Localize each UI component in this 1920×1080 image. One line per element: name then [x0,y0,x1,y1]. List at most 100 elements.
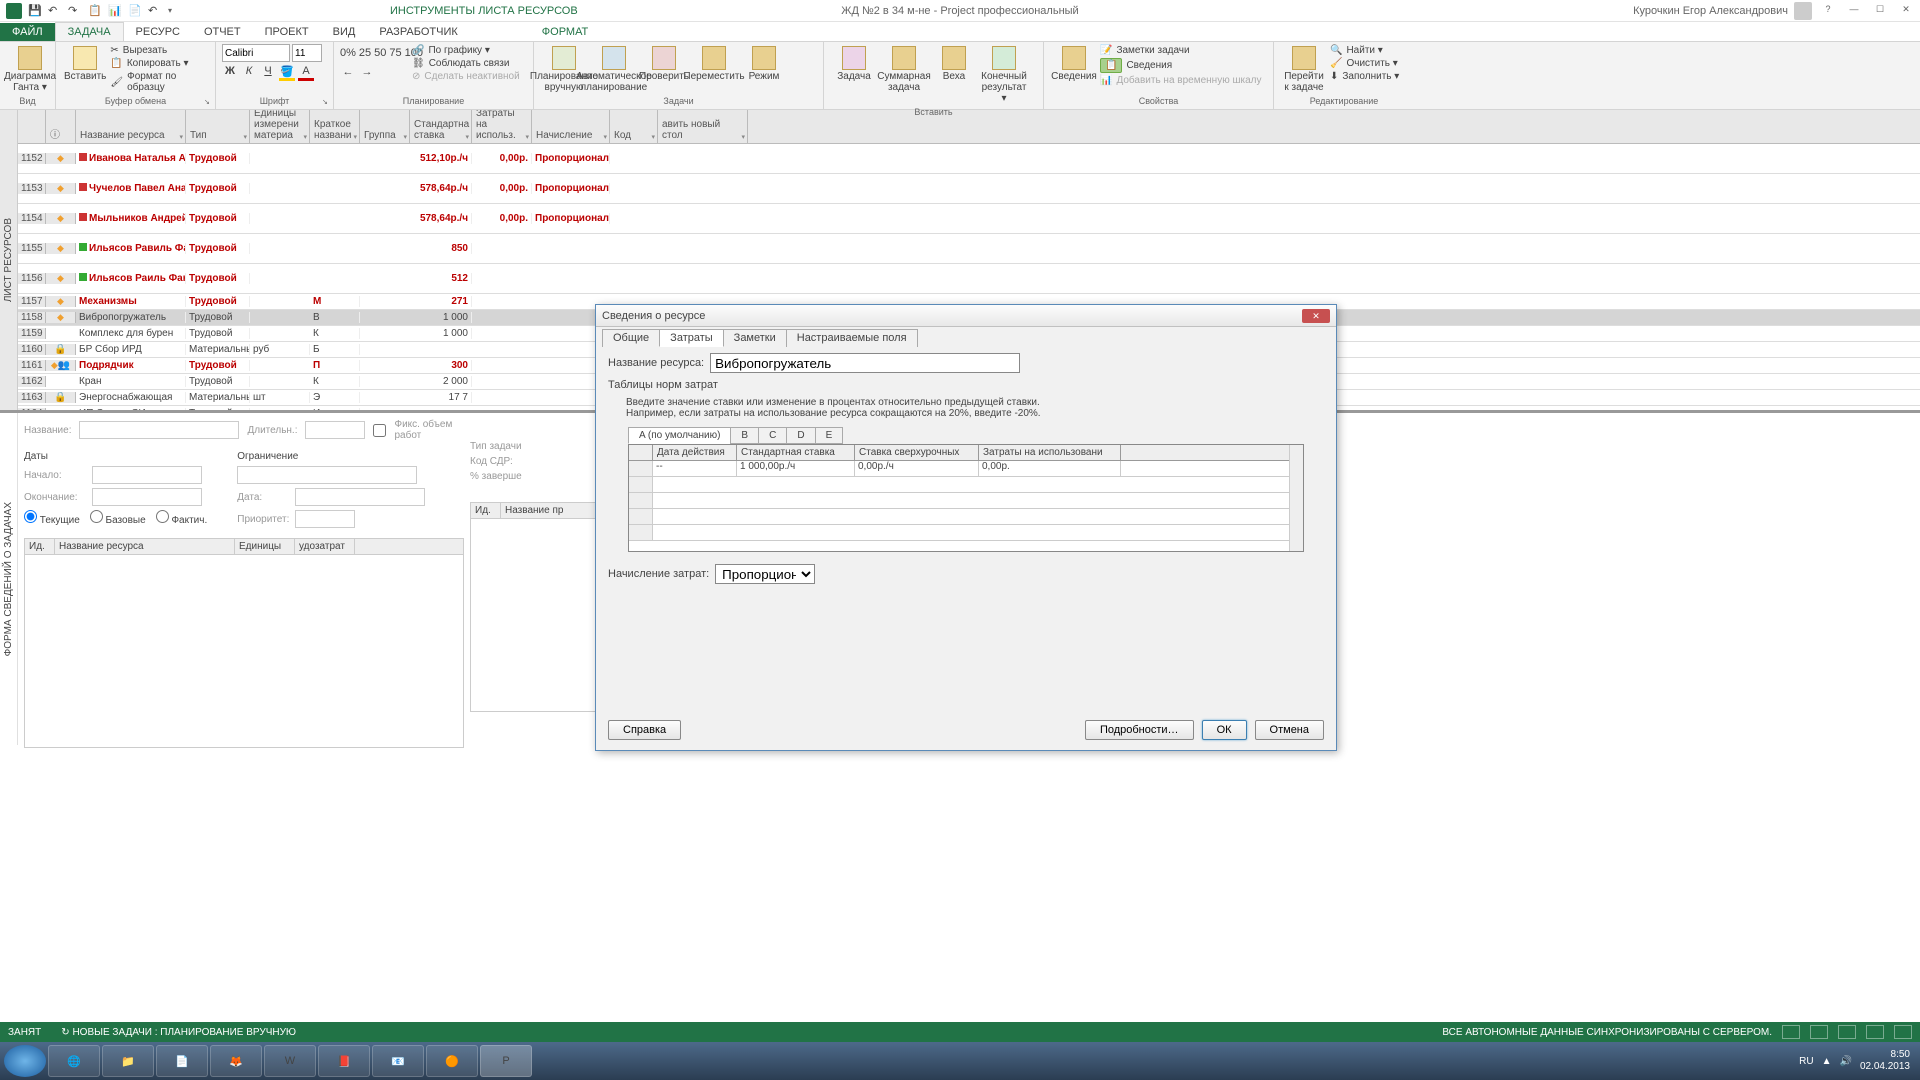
indent-icon[interactable]: → [359,66,375,82]
radio-current[interactable]: Текущие [24,510,80,526]
auto-button[interactable]: Автоматическое планирование [590,44,638,95]
constraint-input[interactable] [237,466,417,484]
by-schedule-button[interactable]: 🔗По графику ▾ [412,44,520,57]
form-duration-input[interactable] [305,421,365,439]
tb-volume-icon[interactable]: 🔊 [1839,1056,1851,1067]
tab-report[interactable]: ОТЧЕТ [192,23,253,41]
qat-more-icon[interactable] [168,4,182,18]
move-button[interactable]: Переместить [690,44,738,95]
table-row[interactable]: 1156Ильясов Раиль ФанилевичТрудовой512 [18,264,1920,294]
status-newtasks[interactable]: ↻ НОВЫЕ ЗАДАЧИ : ПЛАНИРОВАНИЕ ВРУЧНУЮ [61,1027,296,1038]
end-input[interactable] [92,488,202,506]
tb-clock[interactable]: 8:50 02.04.2013 [1860,1049,1910,1073]
tab-project[interactable]: ПРОЕКТ [253,23,321,41]
rate-row[interactable]: -- 1 000,00р./ч 0,00р./ч 0,00р. [629,461,1303,477]
bold-button[interactable]: Ж [222,65,238,81]
find-button[interactable]: 🔍Найти ▾ [1330,44,1399,57]
tb-ie[interactable]: 🌐 [48,1045,100,1077]
col-name[interactable]: Название ресурса [76,110,186,143]
rate-tab-b[interactable]: B [730,427,759,444]
paste-button[interactable]: Вставить [62,44,108,95]
view-sheet-icon[interactable] [1866,1025,1884,1039]
save-icon[interactable] [28,4,42,18]
tb-lang[interactable]: RU [1799,1056,1813,1067]
help-button[interactable]: Справка [608,720,681,740]
fill-color-button[interactable]: 🪣 [279,65,295,81]
gantt-button[interactable]: Диаграмма Ганта ▾ [6,44,54,95]
summary-button[interactable]: Суммарная задача [880,44,928,106]
constraint-date-input[interactable] [295,488,425,506]
rate-tab-e[interactable]: E [815,427,844,444]
accrual-select[interactable]: Пропорциона [715,564,815,584]
rate-table[interactable]: Дата действия Стандартная ставка Ставка … [628,444,1304,552]
dtab-notes[interactable]: Заметки [723,329,787,347]
font-launcher[interactable]: ↘ [322,98,332,108]
italic-button[interactable]: К [241,65,257,81]
form-resource-table[interactable]: Ид. Название ресурса Единицы удозатрат [24,538,464,748]
undo-icon[interactable] [48,4,62,18]
font-name-input[interactable] [222,44,290,62]
task-button[interactable]: Задача [830,44,878,106]
info-button[interactable]: Сведения [1050,44,1098,95]
font-size-input[interactable] [292,44,322,62]
redo-icon[interactable] [68,4,82,18]
table-row[interactable]: 1154Мыльников АндрейТрудовой578,64р./ч0,… [18,204,1920,234]
tab-developer[interactable]: РАЗРАБОТЧИК [367,23,469,41]
view-team-icon[interactable] [1838,1025,1856,1039]
copy-button[interactable]: 📋Копировать ▾ [110,57,209,70]
rate-tab-c[interactable]: C [758,427,787,444]
fixed-checkbox[interactable] [373,424,386,437]
ok-button[interactable]: ОК [1202,720,1247,740]
dialog-close-button[interactable]: ✕ [1302,309,1330,323]
mode-button[interactable]: Режим [740,44,788,95]
tb-project[interactable]: P [480,1045,532,1077]
rate-scrollbar[interactable] [1289,445,1303,551]
rate-tab-a[interactable]: A (по умолчанию) [628,427,731,444]
rt-col-per[interactable]: Затраты на использовани [979,445,1121,460]
tb-firefox[interactable]: 🦊 [210,1045,262,1077]
help-icon[interactable]: ? [1818,4,1838,18]
radio-baseline[interactable]: Базовые [90,510,146,526]
radio-actual[interactable]: Фактич. [156,510,208,526]
undo2-icon[interactable] [148,4,162,18]
tab-task[interactable]: ЗАДАЧА [55,22,124,41]
start-input[interactable] [92,466,202,484]
table-row[interactable]: 1152Иванова Наталья АлександровнаТрудово… [18,144,1920,174]
rt-col-ovt[interactable]: Ставка сверхурочных [855,445,979,460]
deliverable-button[interactable]: Конечный результат ▾ [980,44,1028,106]
inspect-button[interactable]: Проверить [640,44,688,95]
priority-input[interactable] [295,510,355,528]
avatar[interactable] [1794,2,1812,20]
col-new[interactable]: авить новый стол [658,110,748,143]
minimize-icon[interactable]: — [1844,4,1864,18]
outdent-icon[interactable]: ← [340,66,356,82]
table-row[interactable]: 1155Ильясов Равиль ФанильевичТрудовой850 [18,234,1920,264]
table-row[interactable]: 1153Чучелов Павел АнатольевичТрудовой578… [18,174,1920,204]
rt-col-date[interactable]: Дата действия [653,445,737,460]
col-unit[interactable]: Единицы измерени материа [250,110,310,143]
tab-format[interactable]: ФОРМАТ [530,23,601,41]
view-report-icon[interactable] [1894,1025,1912,1039]
dtab-general[interactable]: Общие [602,329,660,347]
view-usage-icon[interactable] [1810,1025,1828,1039]
tb-word[interactable]: W [264,1045,316,1077]
col-cost[interactable]: Затраты на использ. [472,110,532,143]
notes-button[interactable]: 📝Заметки задачи [1100,44,1262,57]
cancel-button[interactable]: Отмена [1255,720,1324,740]
form-name-input[interactable] [79,421,239,439]
col-short[interactable]: Краткое названи [310,110,360,143]
tb-acrobat[interactable]: 📕 [318,1045,370,1077]
maximize-icon[interactable]: ☐ [1870,4,1890,18]
milestone-button[interactable]: Веха [930,44,978,106]
col-accr[interactable]: Начисление [532,110,610,143]
details-button[interactable]: 📋Сведения [1100,57,1262,74]
pct75-icon[interactable]: 75 [389,47,401,63]
pct0-icon[interactable]: 0% [340,47,356,63]
cut-button[interactable]: ✂Вырезать [110,44,209,57]
fill-button[interactable]: ⬇Заполнить ▾ [1330,70,1399,83]
tb-app1[interactable]: 📄 [156,1045,208,1077]
underline-button[interactable]: Ч [260,65,276,81]
col-type[interactable]: Тип [186,110,250,143]
tab-file[interactable]: ФАЙЛ [0,23,55,41]
tb-app2[interactable]: 🟠 [426,1045,478,1077]
